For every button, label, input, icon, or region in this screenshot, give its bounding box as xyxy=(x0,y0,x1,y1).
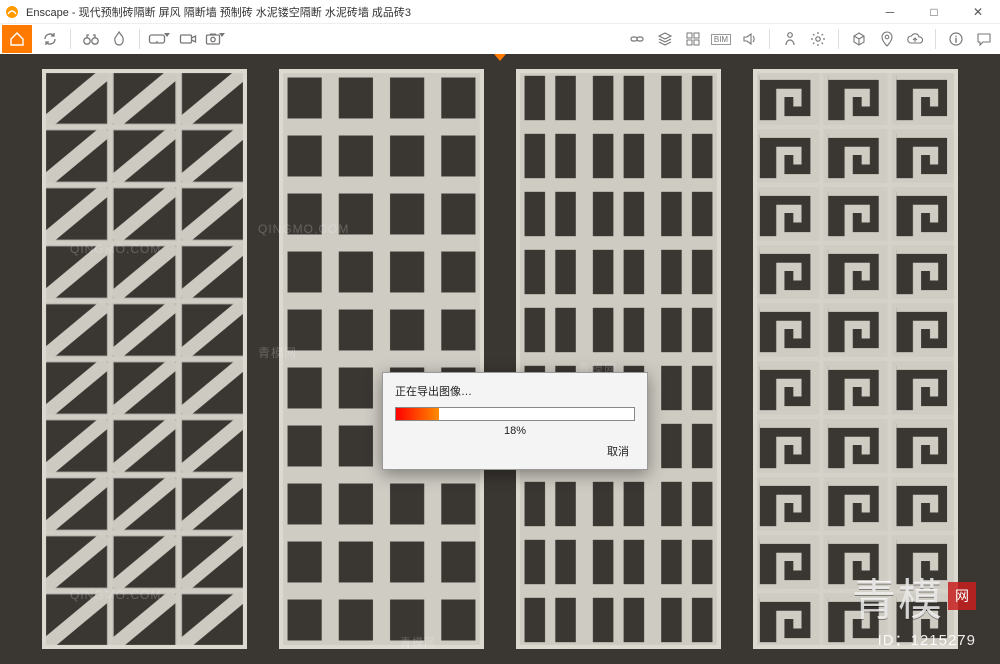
dropdown-caret-icon xyxy=(164,33,170,37)
separator xyxy=(139,29,140,49)
main-toolbar: BIM xyxy=(0,24,1000,54)
window-controls: ─ □ ✕ xyxy=(868,0,1000,24)
window-titlebar: Enscape - 现代预制砖隔断 屏风 隔断墙 预制砖 水泥镂空隔断 水泥砖墙… xyxy=(0,0,1000,24)
location-icon[interactable] xyxy=(875,27,899,51)
model-panel-4 xyxy=(753,69,958,649)
export-progress-dialog: 正在导出图像… 18% 取消 xyxy=(382,372,648,470)
model-panel-3 xyxy=(516,69,721,649)
model-panel-2 xyxy=(279,69,484,649)
flame-icon[interactable] xyxy=(107,27,131,51)
render-viewport[interactable]: QINGMO.COM QINGMO.COM 青模网 青模网 QINGMO.COM… xyxy=(0,54,1000,664)
progress-fill xyxy=(396,408,439,420)
person-icon[interactable] xyxy=(778,27,802,51)
dialog-title: 正在导出图像… xyxy=(395,383,635,399)
camera-icon[interactable] xyxy=(176,27,200,51)
close-button[interactable]: ✕ xyxy=(956,0,1000,24)
gear-icon[interactable] xyxy=(806,27,830,51)
separator xyxy=(935,29,936,49)
dropdown-caret-icon xyxy=(219,33,225,37)
separator xyxy=(70,29,71,49)
cube-icon[interactable] xyxy=(847,27,871,51)
assets-icon[interactable] xyxy=(681,27,705,51)
model-id-label: ID：1215279 xyxy=(878,629,976,650)
app-icon xyxy=(4,4,20,20)
window-title: Enscape - 现代预制砖隔断 屏风 隔断墙 预制砖 水泥镂空隔断 水泥砖墙… xyxy=(26,4,868,20)
toolbar-right-group: BIM xyxy=(623,27,998,51)
separator xyxy=(838,29,839,49)
layers-icon[interactable] xyxy=(653,27,677,51)
info-icon[interactable] xyxy=(944,27,968,51)
sound-icon[interactable] xyxy=(737,27,761,51)
sync-icon[interactable] xyxy=(38,27,62,51)
feedback-icon[interactable] xyxy=(972,27,996,51)
progress-bar xyxy=(395,407,635,421)
screenshot-icon[interactable] xyxy=(204,27,228,51)
link-icon[interactable] xyxy=(625,27,649,51)
model-panel-1 xyxy=(42,69,247,649)
top-marker-icon xyxy=(494,54,506,61)
maximize-button[interactable]: □ xyxy=(912,0,956,24)
vr-headset-icon[interactable] xyxy=(148,27,172,51)
minimize-button[interactable]: ─ xyxy=(868,0,912,24)
cloud-upload-icon[interactable] xyxy=(903,27,927,51)
bim-label[interactable]: BIM xyxy=(709,27,733,51)
progress-percent: 18% xyxy=(395,425,635,437)
binoculars-icon[interactable] xyxy=(79,27,103,51)
cancel-button[interactable]: 取消 xyxy=(601,441,635,461)
home-button[interactable] xyxy=(2,25,32,53)
separator xyxy=(769,29,770,49)
